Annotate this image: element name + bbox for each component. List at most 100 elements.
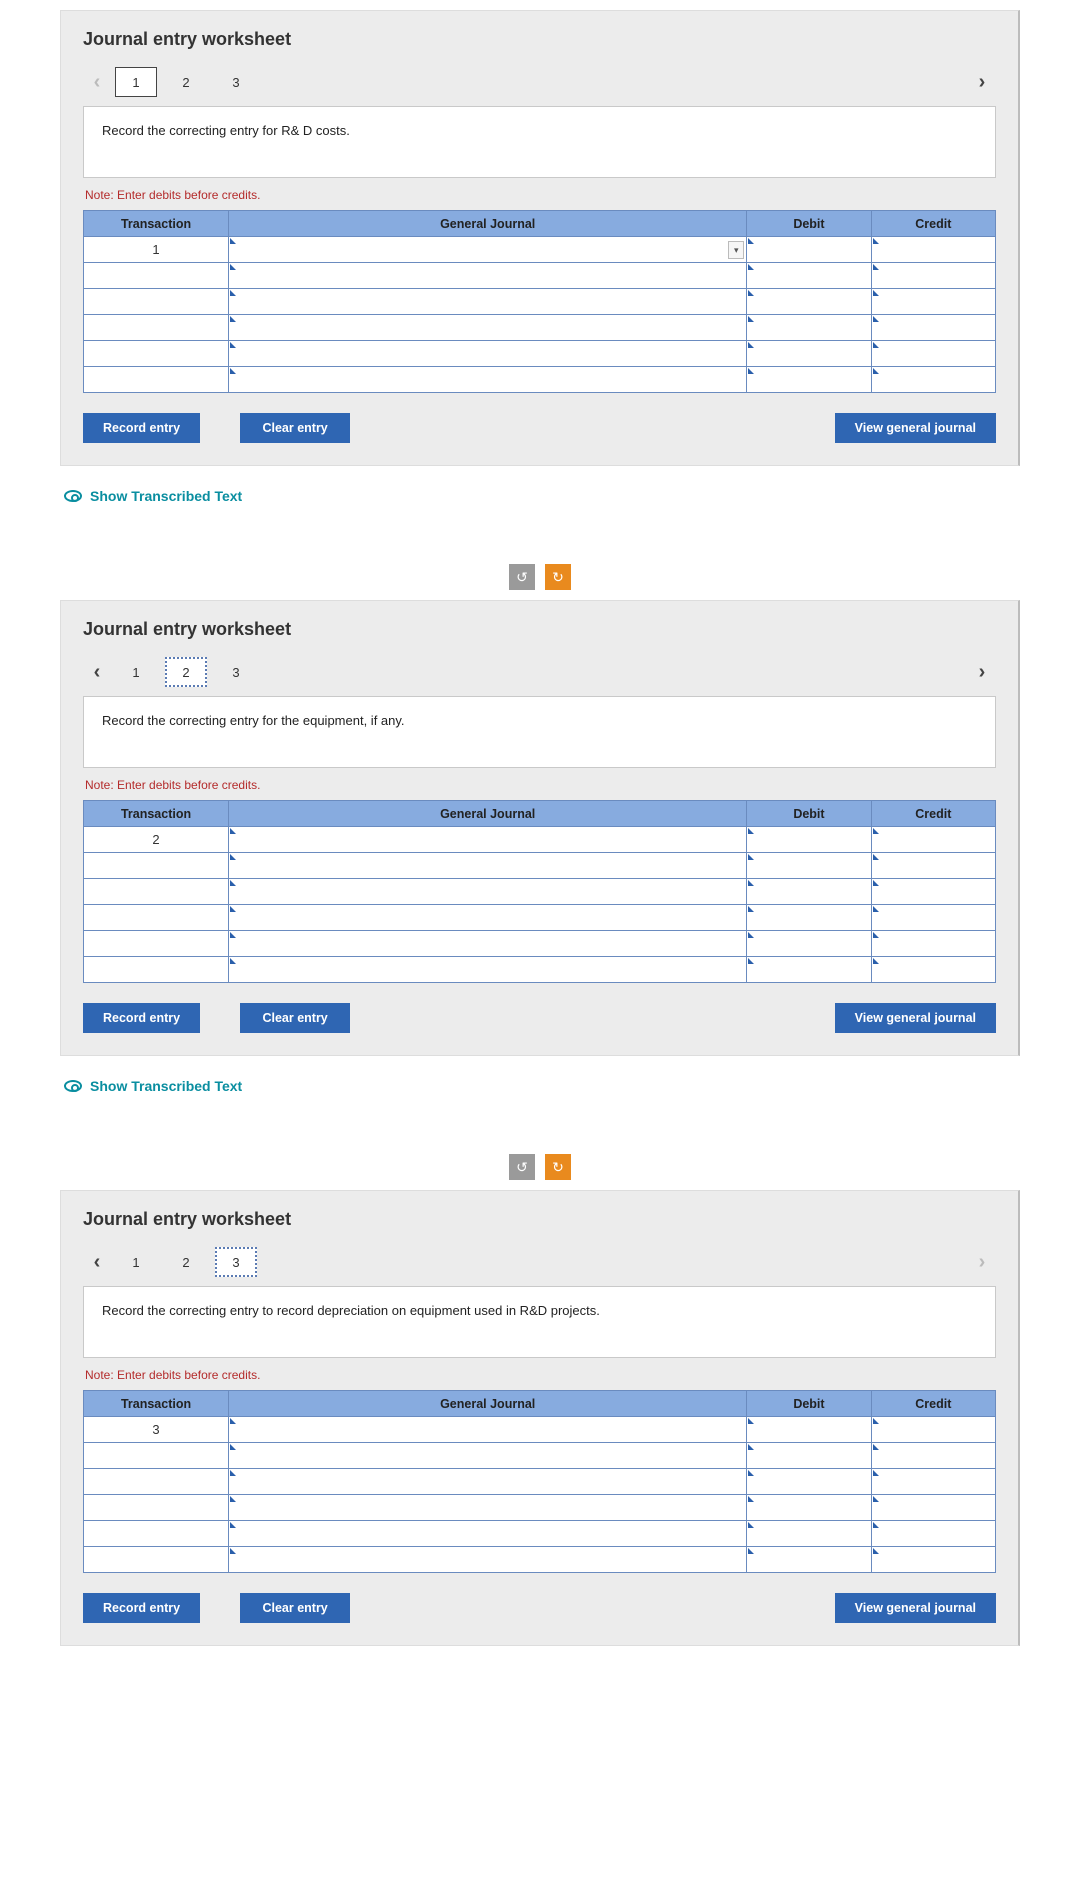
cell-transaction[interactable] [84,1495,229,1521]
tab-2[interactable]: 2 [165,657,207,687]
cell-general-journal[interactable] [229,879,747,905]
record-entry-button[interactable]: Record entry [83,1003,200,1033]
cell-transaction[interactable] [84,367,229,393]
cell-debit[interactable] [747,1547,871,1573]
cell-debit[interactable] [747,931,871,957]
cell-credit[interactable] [871,827,995,853]
cell-credit[interactable] [871,905,995,931]
cell-debit[interactable] [747,827,871,853]
tab-2[interactable]: 2 [165,67,207,97]
view-general-journal-button[interactable]: View general journal [835,1593,996,1623]
show-transcribed-text[interactable]: Show Transcribed Text [64,488,1020,504]
tab-3[interactable]: 3 [215,67,257,97]
chevron-left-icon[interactable]: ‹ [83,658,111,686]
cell-debit[interactable] [747,1521,871,1547]
cell-credit[interactable] [871,1521,995,1547]
cell-general-journal[interactable] [229,853,747,879]
view-general-journal-button[interactable]: View general journal [835,413,996,443]
tab-2[interactable]: 2 [165,1247,207,1277]
cell-credit[interactable] [871,341,995,367]
cell-credit[interactable] [871,1495,995,1521]
cell-general-journal[interactable] [229,263,747,289]
cell-credit[interactable] [871,931,995,957]
cell-general-journal[interactable] [229,1443,747,1469]
cell-debit[interactable] [747,1469,871,1495]
cell-general-journal[interactable] [229,315,747,341]
cell-transaction[interactable] [84,315,229,341]
chevron-right-icon[interactable]: › [968,658,996,686]
show-transcribed-text[interactable]: Show Transcribed Text [64,1078,1020,1094]
record-entry-button[interactable]: Record entry [83,1593,200,1623]
view-general-journal-button[interactable]: View general journal [835,1003,996,1033]
clear-entry-button[interactable]: Clear entry [240,1593,350,1623]
chevron-right-icon[interactable]: › [968,68,996,96]
cell-general-journal[interactable] [229,827,747,853]
dropdown-icon[interactable]: ▾ [728,241,744,259]
cell-debit[interactable] [747,237,871,263]
cell-general-journal[interactable]: ▾ [229,237,747,263]
undo-icon[interactable]: ↺ [509,1154,535,1180]
cell-credit[interactable] [871,1443,995,1469]
cell-general-journal[interactable] [229,931,747,957]
cell-credit[interactable] [871,1469,995,1495]
cell-debit[interactable] [747,853,871,879]
cell-credit[interactable] [871,263,995,289]
cell-debit[interactable] [747,957,871,983]
cell-debit[interactable] [747,905,871,931]
cell-transaction[interactable] [84,853,229,879]
cell-general-journal[interactable] [229,341,747,367]
cell-transaction[interactable]: 1 [84,237,229,263]
cell-credit[interactable] [871,367,995,393]
cell-transaction[interactable] [84,905,229,931]
cell-credit[interactable] [871,879,995,905]
cell-debit[interactable] [747,1495,871,1521]
cell-transaction[interactable] [84,1443,229,1469]
cell-debit[interactable] [747,289,871,315]
tab-1[interactable]: 1 [115,1247,157,1277]
cell-debit[interactable] [747,367,871,393]
cell-credit[interactable] [871,957,995,983]
cell-debit[interactable] [747,341,871,367]
clear-entry-button[interactable]: Clear entry [240,1003,350,1033]
cell-transaction[interactable] [84,341,229,367]
cell-general-journal[interactable] [229,957,747,983]
cell-credit[interactable] [871,1547,995,1573]
chevron-left-icon[interactable]: ‹ [83,68,111,96]
cell-transaction[interactable] [84,957,229,983]
cell-debit[interactable] [747,879,871,905]
clear-entry-button[interactable]: Clear entry [240,413,350,443]
cell-transaction[interactable]: 2 [84,827,229,853]
cell-debit[interactable] [747,315,871,341]
redo-icon[interactable]: ↻ [545,1154,571,1180]
cell-credit[interactable] [871,237,995,263]
chevron-right-icon[interactable]: › [968,1248,996,1276]
cell-general-journal[interactable] [229,1521,747,1547]
cell-transaction[interactable] [84,1469,229,1495]
chevron-left-icon[interactable]: ‹ [83,1248,111,1276]
tab-3[interactable]: 3 [215,657,257,687]
tab-1[interactable]: 1 [115,657,157,687]
tab-1[interactable]: 1 [115,67,157,97]
cell-credit[interactable] [871,315,995,341]
cell-general-journal[interactable] [229,1495,747,1521]
cell-transaction[interactable] [84,289,229,315]
cell-general-journal[interactable] [229,1469,747,1495]
cell-transaction[interactable] [84,879,229,905]
cell-transaction[interactable]: 3 [84,1417,229,1443]
cell-general-journal[interactable] [229,1547,747,1573]
cell-transaction[interactable] [84,931,229,957]
cell-credit[interactable] [871,289,995,315]
cell-debit[interactable] [747,1443,871,1469]
cell-credit[interactable] [871,1417,995,1443]
cell-transaction[interactable] [84,1521,229,1547]
undo-icon[interactable]: ↺ [509,564,535,590]
cell-general-journal[interactable] [229,367,747,393]
cell-general-journal[interactable] [229,289,747,315]
record-entry-button[interactable]: Record entry [83,413,200,443]
redo-icon[interactable]: ↻ [545,564,571,590]
cell-general-journal[interactable] [229,905,747,931]
cell-transaction[interactable] [84,263,229,289]
cell-credit[interactable] [871,853,995,879]
cell-transaction[interactable] [84,1547,229,1573]
cell-debit[interactable] [747,1417,871,1443]
